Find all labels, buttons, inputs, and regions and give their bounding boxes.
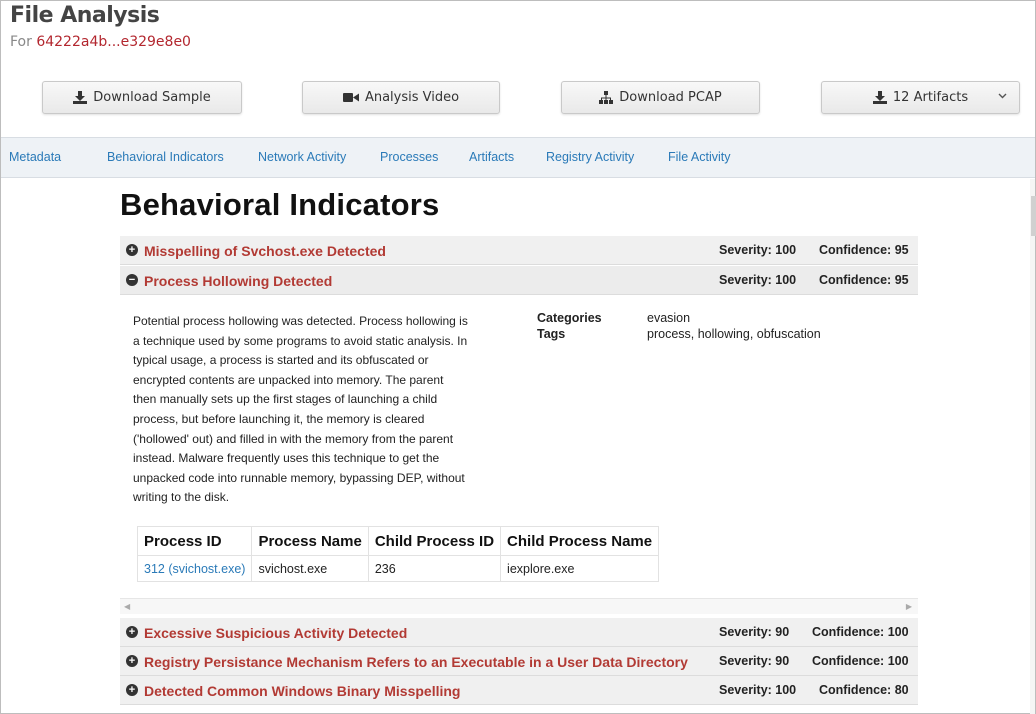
download-icon	[872, 91, 887, 104]
analysis-video-label: Analysis Video	[364, 90, 460, 105]
table-cell: iexplore.exe	[500, 555, 660, 582]
artifacts-dropdown-button[interactable]: 12 Artifacts	[821, 81, 1020, 114]
table-cell: svichost.exe	[251, 555, 369, 582]
process-table: Process ID Process Name Child Process ID…	[137, 526, 660, 582]
expand-plus-icon[interactable]: +	[126, 626, 138, 638]
description-line: ('hollowed' out) and filled in with the …	[133, 431, 454, 446]
for-label: For	[10, 34, 32, 50]
indicator-row-expanded[interactable]: − Process Hollowing Detected Severity: 1…	[120, 266, 918, 295]
description-line: encrypted contents are unpacked into mem…	[133, 372, 444, 387]
page-title: File Analysis	[10, 3, 160, 28]
categories-label: Categories	[537, 311, 602, 325]
indicator-confidence: Confidence: 95	[819, 273, 909, 287]
description-line: Potential process hollowing was detected…	[133, 314, 468, 328]
horizontal-scrollbar[interactable]: ◀ ▶	[120, 598, 918, 614]
indicator-severity: Severity: 90	[719, 654, 790, 668]
indicator-row[interactable]: + Misspelling of Svchost.exe Detected Se…	[120, 236, 918, 265]
table-row: 312 (svichost.exe) svichost.exe 236 iexp…	[137, 555, 660, 582]
description-line: instead. Malware frequently uses this te…	[133, 451, 440, 466]
tab-metadata[interactable]: Metadata	[9, 138, 61, 177]
file-hash-link[interactable]: 64222a4b...e329e8e0	[36, 34, 191, 50]
section-title: Behavioral Indicators	[120, 187, 440, 222]
scroll-left-arrow-icon[interactable]: ◀	[124, 602, 130, 611]
download-sample-button[interactable]: Download Sample	[42, 81, 242, 114]
indicator-title[interactable]: Misspelling of Svchost.exe Detected	[144, 243, 386, 259]
description-line: typical usage, a process is started and …	[133, 353, 429, 368]
indicator-row[interactable]: + Detected Common Windows Binary Misspel…	[120, 676, 918, 705]
column-header: Process ID	[137, 526, 253, 556]
indicator-row[interactable]: + Registry Persistance Mechanism Refers …	[120, 647, 918, 676]
tab-file-activity[interactable]: File Activity	[668, 138, 731, 177]
indicator-row[interactable]: + Excessive Suspicious Activity Detected…	[120, 618, 918, 647]
expand-plus-icon[interactable]: +	[126, 244, 138, 256]
description-line: then manually sets up the first stages o…	[133, 392, 438, 407]
vertical-scrollbar-thumb[interactable]	[1031, 196, 1036, 236]
collapse-minus-icon[interactable]: −	[126, 274, 138, 286]
indicator-severity: Severity: 90	[719, 625, 790, 639]
indicator-description: Potential process hollowing was detected…	[133, 312, 511, 508]
description-line: process, but before launching it, the me…	[133, 411, 425, 426]
scroll-right-arrow-icon[interactable]: ▶	[906, 602, 912, 611]
tags-value: process, hollowing, obfuscation	[647, 327, 821, 341]
tab-registry-activity[interactable]: Registry Activity	[546, 138, 634, 177]
indicator-title[interactable]: Excessive Suspicious Activity Detected	[144, 625, 407, 641]
network-sitemap-icon	[599, 91, 614, 104]
description-line: writing to the disk.	[133, 490, 230, 505]
analysis-video-button[interactable]: Analysis Video	[302, 81, 500, 114]
indicator-severity: Severity: 100	[719, 243, 797, 257]
tab-processes[interactable]: Processes	[380, 138, 438, 177]
tags-label: Tags	[537, 327, 566, 341]
table-header-row: Process ID Process Name Child Process ID…	[137, 526, 660, 556]
indicator-title[interactable]: Detected Common Windows Binary Misspelli…	[144, 683, 460, 699]
download-pcap-label: Download PCAP	[619, 90, 722, 105]
video-camera-icon	[342, 92, 359, 103]
column-header: Process Name	[251, 526, 369, 556]
indicator-confidence: Confidence: 95	[819, 243, 909, 257]
indicator-confidence: Confidence: 100	[812, 654, 909, 668]
expand-plus-icon[interactable]: +	[126, 684, 138, 696]
download-sample-label: Download Sample	[93, 90, 211, 105]
download-icon	[73, 91, 88, 104]
indicator-title[interactable]: Registry Persistance Mechanism Refers to…	[144, 654, 688, 670]
table-cell: 236	[368, 555, 502, 582]
indicator-severity: Severity: 100	[719, 683, 797, 697]
expand-plus-icon[interactable]: +	[126, 655, 138, 667]
indicator-title[interactable]: Process Hollowing Detected	[144, 273, 332, 289]
download-pcap-button[interactable]: Download PCAP	[561, 81, 760, 114]
tab-artifacts[interactable]: Artifacts	[469, 138, 514, 177]
tab-network-activity[interactable]: Network Activity	[258, 138, 346, 177]
tab-behavioral-indicators[interactable]: Behavioral Indicators	[107, 138, 224, 177]
artifacts-label: 12 Artifacts	[892, 90, 969, 105]
vertical-scrollbar[interactable]	[1030, 179, 1035, 714]
tab-bar: Metadata Behavioral Indicators Network A…	[1, 137, 1035, 178]
column-header: Child Process ID	[368, 526, 502, 556]
description-line: a technique used by some programs to avo…	[133, 333, 468, 348]
column-header: Child Process Name	[500, 526, 660, 556]
chevron-down-icon	[998, 93, 1007, 99]
file-hash-subtitle: For 64222a4b...e329e8e0	[10, 34, 191, 50]
process-id-link[interactable]: 312 (svichost.exe)	[137, 555, 253, 582]
categories-value: evasion	[647, 311, 691, 325]
indicator-confidence: Confidence: 100	[812, 625, 909, 639]
description-line: unpacked code into runnable memory, bypa…	[133, 470, 465, 485]
indicator-severity: Severity: 100	[719, 273, 797, 287]
indicator-confidence: Confidence: 80	[819, 683, 909, 697]
